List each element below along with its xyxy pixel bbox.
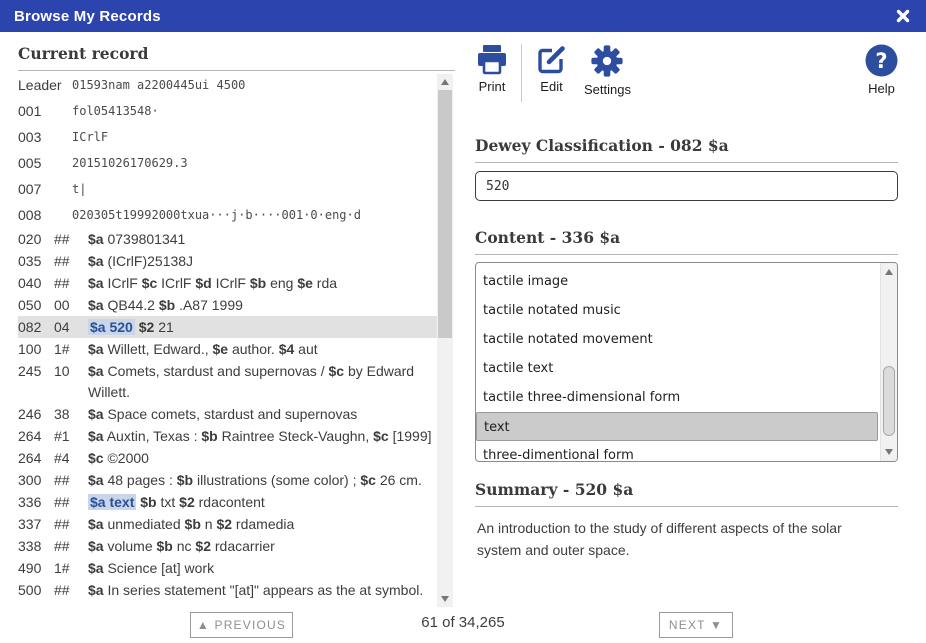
marc-data-field-row[interactable]: 040##$a ICrlF $c ICrlF $d ICrlF $b eng $… (18, 272, 437, 294)
marc-data-field-row[interactable]: 24510$a Comets, stardust and supernovas … (18, 360, 437, 403)
print-label: Print (479, 79, 506, 94)
print-button[interactable]: Print (475, 44, 509, 94)
print-icon (475, 44, 509, 75)
close-icon (896, 9, 910, 23)
summary-section: Summary - 520 $a An introduction to the … (475, 480, 898, 561)
close-button[interactable] (894, 7, 912, 25)
content-listbox[interactable]: still imagetactile imagetactile notated … (475, 262, 898, 462)
content-option[interactable]: tactile image (476, 267, 880, 296)
marc-control-field-row: Leader01593nam a2200445ui 4500 (18, 72, 437, 98)
marc-data-field-row[interactable]: 4901#$a Science [at] work (18, 557, 437, 579)
summary-heading: Summary - 520 $a (475, 480, 898, 507)
edit-icon (535, 44, 568, 75)
summary-text: An introduction to the study of differen… (475, 507, 880, 561)
marc-data-field-row[interactable]: 300##$a 48 pages : $b illustrations (som… (18, 469, 437, 491)
content-option[interactable]: text (476, 412, 878, 441)
marc-data-field-row[interactable]: 337##$a unmediated $b n $2 rdamedia (18, 513, 437, 535)
dewey-section: Dewey Classification - 082 $a (475, 136, 898, 201)
help-icon: ? (865, 44, 898, 77)
marc-data-field-row[interactable]: 500##$a In series statement "[at]" appea… (18, 579, 437, 601)
marc-control-field-row: 00520151026170629.3 (18, 150, 437, 176)
marc-record-list: Leader01593nam a2200445ui 4500001fol0541… (18, 72, 437, 607)
scroll-up-icon[interactable] (441, 79, 449, 85)
current-record-heading: Current record (18, 44, 455, 71)
listbox-scroll-up-icon[interactable] (885, 269, 893, 275)
marc-control-field-row: 007t| (18, 176, 437, 202)
svg-text:?: ? (875, 49, 887, 73)
marc-data-field-row[interactable]: 264#1$a Auxtin, Texas : $b Raintree Stec… (18, 425, 437, 447)
settings-label: Settings (584, 82, 631, 97)
settings-button[interactable]: Settings (584, 44, 631, 97)
content-option[interactable]: tactile three-dimensional form (476, 383, 880, 412)
marc-data-field-row[interactable]: 020##$a 0739801341 (18, 228, 437, 250)
marc-data-field-row[interactable]: 264#4$c ©2000 (18, 447, 437, 469)
marc-control-field-row: 003ICrlF (18, 124, 437, 150)
record-scrollbar[interactable] (437, 74, 453, 607)
settings-icon (590, 44, 624, 78)
marc-control-field-row: 008020305t19992000txua···j·b····001·0·en… (18, 202, 437, 228)
content-option[interactable]: three-dimentional form (476, 441, 880, 462)
dialog-titlebar: Browse My Records (0, 0, 926, 32)
content-option[interactable]: tactile notated movement (476, 325, 880, 354)
dewey-heading: Dewey Classification - 082 $a (475, 136, 898, 163)
scroll-down-icon[interactable] (441, 596, 449, 602)
listbox-scrollbar[interactable] (880, 263, 897, 461)
toolbar: Print Edit Settings (475, 44, 898, 106)
marc-data-field-row[interactable]: 24638$a Space comets, stardust and super… (18, 403, 437, 425)
record-scrollbar-thumb[interactable] (438, 90, 452, 338)
record-count: 61 of 34,265 (0, 614, 926, 631)
edit-label: Edit (540, 79, 562, 94)
dewey-input[interactable] (475, 171, 898, 201)
marc-data-field-row[interactable]: 05000$a QB44.2 $b .A87 1999 (18, 294, 437, 316)
content-heading: Content - 336 $a (475, 228, 898, 255)
marc-data-field-row[interactable]: 338##$a volume $b nc $2 rdacarrier (18, 535, 437, 557)
listbox-scrollbar-thumb[interactable] (883, 366, 895, 436)
edit-button[interactable]: Edit (535, 44, 568, 94)
toolbar-divider (521, 44, 522, 102)
next-button[interactable]: NEXT ▼ (659, 612, 733, 638)
content-option[interactable]: tactile text (476, 354, 880, 383)
marc-control-field-row: 001fol05413548· (18, 98, 437, 124)
help-label: Help (868, 81, 895, 96)
dialog-title: Browse My Records (14, 8, 161, 25)
marc-data-field-row[interactable]: 336##$a text $b txt $2 rdacontent (18, 491, 437, 513)
listbox-scroll-down-icon[interactable] (885, 449, 893, 455)
content-option[interactable]: tactile notated music (476, 296, 880, 325)
marc-data-field-row[interactable]: 504##$a Includes bibliographical index o… (18, 601, 437, 607)
marc-data-field-row[interactable]: 1001#$a Willett, Edward., $e author. $4 … (18, 338, 437, 360)
content-section: Content - 336 $a still imagetactile imag… (475, 228, 898, 462)
help-button[interactable]: ? Help (865, 44, 898, 96)
marc-data-field-row[interactable]: 08204$a 520 $2 21 (18, 316, 437, 338)
marc-data-field-row[interactable]: 035##$a (ICrlF)25138J (18, 250, 437, 272)
